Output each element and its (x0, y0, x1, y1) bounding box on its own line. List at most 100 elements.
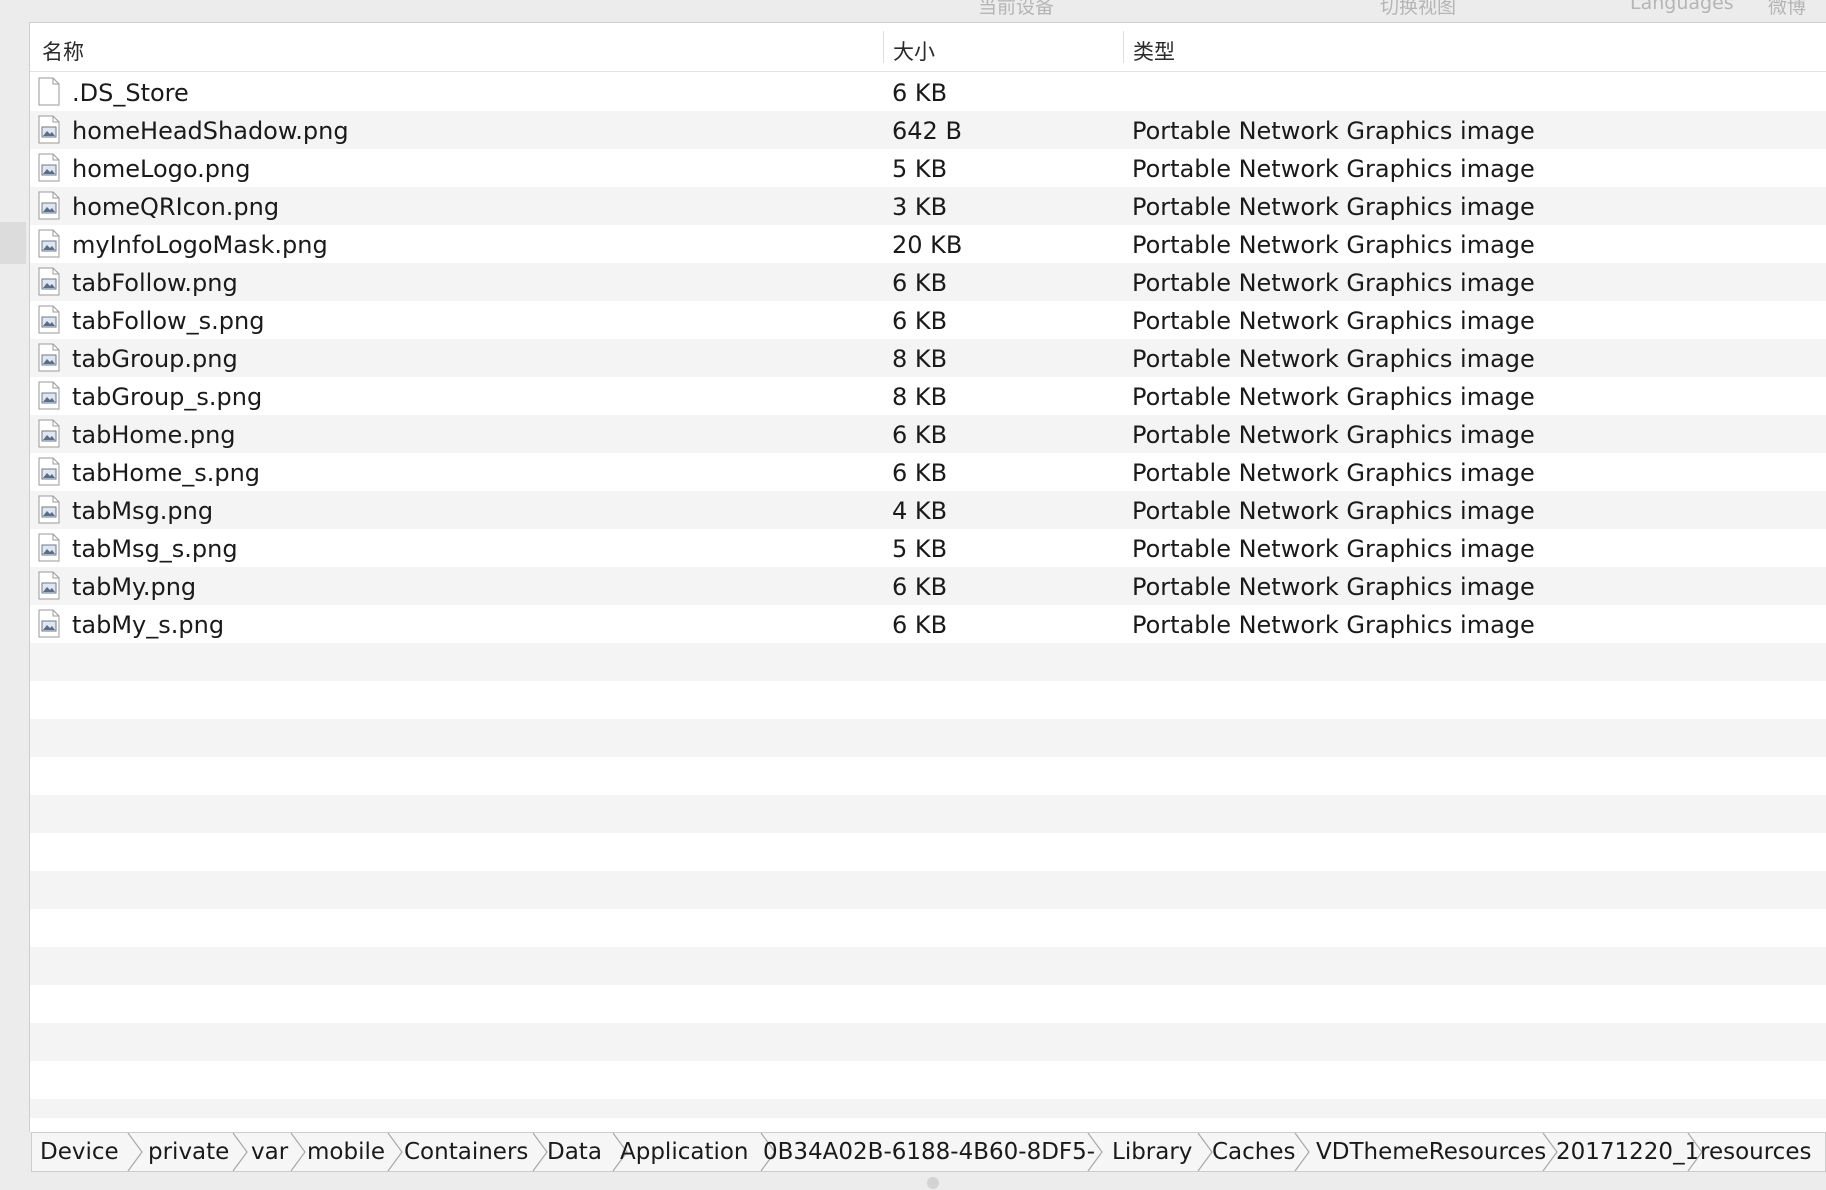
file-size: 6 KB (892, 611, 948, 639)
path-bar: Device private var mobile Containers Dat… (31, 1132, 1826, 1172)
file-name: .DS_Store (72, 79, 189, 107)
file-name: tabMy_s.png (72, 611, 225, 639)
file-size: 5 KB (892, 535, 948, 563)
table-header: 名称 大小 类型 (30, 23, 1826, 72)
png-image-icon (38, 153, 60, 182)
file-kind: Portable Network Graphics image (1132, 193, 1535, 221)
png-image-icon (38, 305, 60, 334)
file-kind: Portable Network Graphics image (1132, 345, 1535, 373)
column-header-size[interactable]: 大小 (893, 36, 935, 66)
table-row[interactable]: myInfoLogoMask.png 20 KB Portable Networ… (30, 225, 1826, 263)
table-row[interactable]: .DS_Store 6 KB (30, 73, 1826, 111)
chevron-right-icon (290, 1133, 306, 1171)
chevron-right-icon (232, 1133, 248, 1171)
png-image-icon (38, 381, 60, 410)
file-kind: Portable Network Graphics image (1132, 611, 1535, 639)
chevron-right-icon (387, 1133, 403, 1171)
file-name: tabHome.png (72, 421, 236, 449)
table-row[interactable]: tabGroup_s.png 8 KB Portable Network Gra… (30, 377, 1826, 415)
png-image-icon (38, 115, 60, 144)
png-image-icon (38, 267, 60, 296)
path-crumb-20171220-1[interactable]: 20171220_1 (1556, 1133, 1699, 1171)
file-kind: Portable Network Graphics image (1132, 573, 1535, 601)
file-name: tabHome_s.png (72, 459, 261, 487)
chevron-right-icon (1294, 1133, 1310, 1171)
toolbar-switch-view[interactable]: 切换视图 (1380, 0, 1456, 19)
path-crumb-resources[interactable]: resources (1700, 1133, 1811, 1171)
resize-handle-icon[interactable] (927, 1177, 939, 1189)
column-divider[interactable] (1123, 31, 1124, 63)
file-kind: Portable Network Graphics image (1132, 307, 1535, 335)
file-kind: Portable Network Graphics image (1132, 117, 1535, 145)
png-image-icon (38, 609, 60, 638)
file-size: 6 KB (892, 421, 948, 449)
column-header-name[interactable]: 名称 (42, 36, 84, 66)
table-row[interactable]: tabFollow.png 6 KB Portable Network Grap… (30, 263, 1826, 301)
table-row[interactable]: tabMsg.png 4 KB Portable Network Graphic… (30, 491, 1826, 529)
file-size: 642 B (892, 117, 962, 145)
table-row[interactable]: tabGroup.png 8 KB Portable Network Graph… (30, 339, 1826, 377)
path-crumb-app-id[interactable]: 0B34A02B-6188-4B60-8DF5- (763, 1133, 1095, 1171)
toolbar-current-device[interactable]: 当前设备 (978, 0, 1054, 19)
chevron-right-icon (532, 1133, 548, 1171)
png-image-icon (38, 457, 60, 486)
file-name: tabMsg_s.png (72, 535, 238, 563)
column-divider[interactable] (883, 31, 884, 63)
path-crumb-vdthemeresources[interactable]: VDThemeResources (1316, 1133, 1546, 1171)
file-size: 6 KB (892, 79, 948, 107)
file-size: 6 KB (892, 573, 948, 601)
path-crumb-application[interactable]: Application (620, 1133, 749, 1171)
file-kind: Portable Network Graphics image (1132, 535, 1535, 563)
table-row[interactable]: tabMy_s.png 6 KB Portable Network Graphi… (30, 605, 1826, 643)
file-kind: Portable Network Graphics image (1132, 383, 1535, 411)
file-list: .DS_Store 6 KB homeHeadShadow.png 642 B … (30, 73, 1826, 1118)
file-browser-window: 名称 大小 类型 .DS_Store 6 KB homeHeadShadow.p… (29, 22, 1826, 1132)
table-row[interactable]: homeLogo.png 5 KB Portable Network Graph… (30, 149, 1826, 187)
toolbar: 当前设备 切换视图 Languages 微博 (0, 0, 1826, 24)
file-kind: Portable Network Graphics image (1132, 269, 1535, 297)
toolbar-weibo[interactable]: 微博 (1768, 0, 1806, 19)
file-name: homeLogo.png (72, 155, 251, 183)
table-row[interactable]: tabMsg_s.png 5 KB Portable Network Graph… (30, 529, 1826, 567)
path-crumb-mobile[interactable]: mobile (307, 1133, 385, 1171)
path-crumb-device[interactable]: Device (40, 1133, 119, 1171)
png-image-icon (38, 191, 60, 220)
toolbar-languages[interactable]: Languages (1630, 0, 1734, 14)
blank-document-icon (38, 77, 60, 106)
file-size: 4 KB (892, 497, 948, 525)
file-kind: Portable Network Graphics image (1132, 421, 1535, 449)
file-name: tabMy.png (72, 573, 197, 601)
table-row[interactable]: tabFollow_s.png 6 KB Portable Network Gr… (30, 301, 1826, 339)
path-crumb-containers[interactable]: Containers (404, 1133, 528, 1171)
table-row[interactable]: tabMy.png 6 KB Portable Network Graphics… (30, 567, 1826, 605)
table-row[interactable]: tabHome_s.png 6 KB Portable Network Grap… (30, 453, 1826, 491)
png-image-icon (38, 343, 60, 372)
file-kind: Portable Network Graphics image (1132, 497, 1535, 525)
file-size: 6 KB (892, 307, 948, 335)
file-name: homeQRIcon.png (72, 193, 280, 221)
chevron-right-icon (1087, 1133, 1103, 1171)
file-kind: Portable Network Graphics image (1132, 155, 1535, 183)
path-crumb-caches[interactable]: Caches (1212, 1133, 1296, 1171)
file-size: 6 KB (892, 459, 948, 487)
png-image-icon (38, 419, 60, 448)
file-size: 8 KB (892, 345, 948, 373)
path-crumb-var[interactable]: var (251, 1133, 288, 1171)
png-image-icon (38, 571, 60, 600)
column-header-kind[interactable]: 类型 (1133, 36, 1175, 66)
sidebar-edge-marker (0, 222, 26, 264)
file-name: tabGroup.png (72, 345, 238, 373)
path-crumb-data[interactable]: Data (547, 1133, 602, 1171)
png-image-icon (38, 533, 60, 562)
file-name: homeHeadShadow.png (72, 117, 349, 145)
png-image-icon (38, 495, 60, 524)
table-row[interactable]: tabHome.png 6 KB Portable Network Graphi… (30, 415, 1826, 453)
file-kind: Portable Network Graphics image (1132, 231, 1535, 259)
table-row[interactable]: homeQRIcon.png 3 KB Portable Network Gra… (30, 187, 1826, 225)
file-name: tabGroup_s.png (72, 383, 263, 411)
chevron-right-icon (1197, 1133, 1213, 1171)
path-crumb-private[interactable]: private (148, 1133, 229, 1171)
table-row[interactable]: homeHeadShadow.png 642 B Portable Networ… (30, 111, 1826, 149)
path-crumb-library[interactable]: Library (1112, 1133, 1192, 1171)
file-name: tabFollow_s.png (72, 307, 265, 335)
